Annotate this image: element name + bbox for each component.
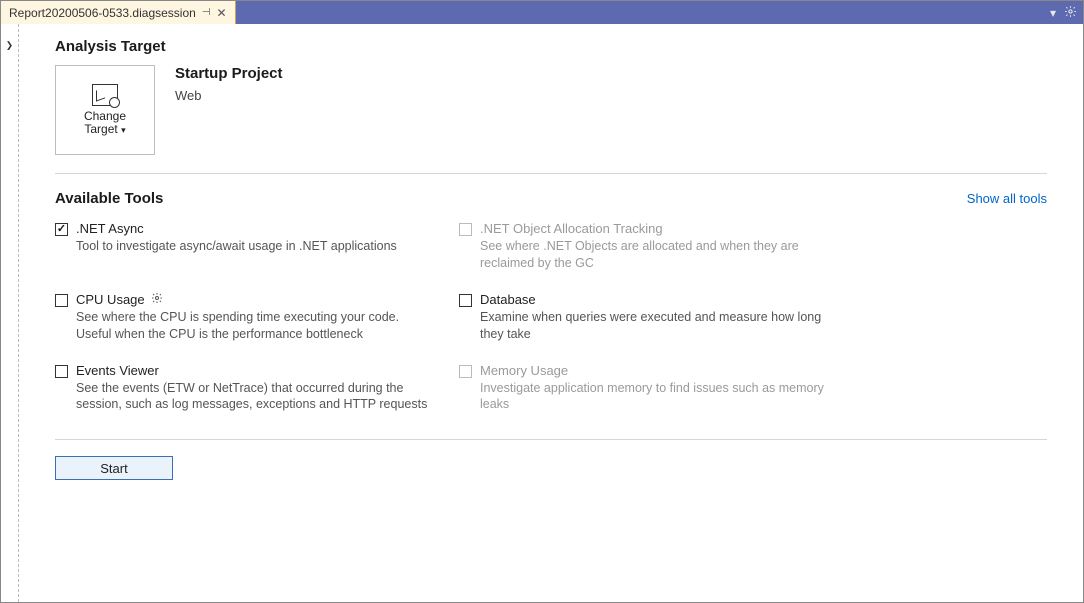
tool-title: .NET Object Allocation Tracking xyxy=(480,221,839,236)
tool-item: Memory Usage Investigate application memo… xyxy=(459,363,839,414)
tool-item: Database Examine when queries were execut… xyxy=(459,292,839,343)
tool-checkbox[interactable] xyxy=(459,294,472,307)
tool-title: Events Viewer xyxy=(76,363,435,378)
gear-icon[interactable] xyxy=(151,292,163,307)
panel-gutter: ❯ xyxy=(1,24,19,602)
tool-item: .NET Async Tool to investigate async/awai… xyxy=(55,221,435,272)
tool-title: .NET Async xyxy=(76,221,435,236)
analysis-target-heading: Analysis Target xyxy=(55,38,1047,55)
tab-title: Report20200506-0533.diagsession xyxy=(9,6,196,20)
tab-bar: Report20200506-0533.diagsession ⊣ ✕ ▾ xyxy=(1,1,1083,24)
divider xyxy=(55,173,1047,174)
expand-panel-icon[interactable]: ❯ xyxy=(6,38,13,602)
tool-description: Examine when queries were executed and m… xyxy=(480,309,839,343)
chevron-down-icon: ▾ xyxy=(121,125,126,135)
analysis-target-row: Change Target ▾ Startup Project Web xyxy=(55,65,1047,155)
tool-description: Investigate application memory to find i… xyxy=(480,380,839,414)
tool-description: See where .NET Objects are allocated and… xyxy=(480,238,839,272)
project-title: Startup Project xyxy=(175,65,283,82)
tabbar-right-controls: ▾ xyxy=(1050,1,1077,24)
tool-description: See the events (ETW or NetTrace) that oc… xyxy=(76,380,435,414)
project-subtitle: Web xyxy=(175,88,283,103)
pin-icon[interactable]: ⊣ xyxy=(202,7,211,18)
image-icon xyxy=(92,84,118,106)
tool-checkbox[interactable] xyxy=(55,223,68,236)
close-icon[interactable]: ✕ xyxy=(217,6,227,20)
tool-description: Tool to investigate async/await usage in… xyxy=(76,238,435,255)
tool-item: CPU Usage See where the CPU is spending t… xyxy=(55,292,435,343)
document-tab[interactable]: Report20200506-0533.diagsession ⊣ ✕ xyxy=(1,1,236,24)
show-all-tools-link[interactable]: Show all tools xyxy=(967,191,1047,206)
tool-title: Memory Usage xyxy=(480,363,839,378)
tool-item: Events Viewer See the events (ETW or NetT… xyxy=(55,363,435,414)
tool-checkbox[interactable] xyxy=(55,365,68,378)
tool-item: .NET Object Allocation Tracking See where… xyxy=(459,221,839,272)
tool-title: CPU Usage xyxy=(76,292,435,307)
window-menu-dropdown-icon[interactable]: ▾ xyxy=(1050,6,1056,20)
tool-checkbox xyxy=(459,365,472,378)
tool-checkbox xyxy=(459,223,472,236)
tool-checkbox[interactable] xyxy=(55,294,68,307)
change-target-button[interactable]: Change Target ▾ xyxy=(55,65,155,155)
tool-description: See where the CPU is spending time execu… xyxy=(76,309,435,343)
settings-gear-icon[interactable] xyxy=(1064,5,1077,21)
start-button[interactable]: Start xyxy=(55,456,173,480)
tool-title: Database xyxy=(480,292,839,307)
change-target-label: Change Target ▾ xyxy=(84,110,126,136)
available-tools-heading: Available Tools xyxy=(55,190,163,207)
main-content: Analysis Target Change Target ▾ Startup … xyxy=(19,24,1083,602)
target-info: Startup Project Web xyxy=(175,65,283,155)
divider xyxy=(55,439,1047,440)
tools-grid: .NET Async Tool to investigate async/awai… xyxy=(55,221,1047,413)
